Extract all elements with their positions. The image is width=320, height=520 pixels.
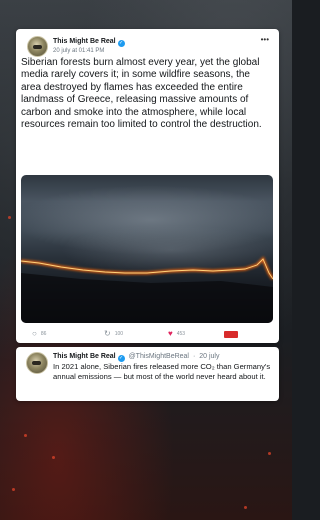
tweet-actions: ○ 86 ↻ 100 ♥ 453 — [16, 329, 279, 339]
verified-badge-icon: ✓ — [117, 355, 125, 362]
wildfire-photo[interactable] — [21, 175, 273, 323]
share-icon — [224, 330, 238, 338]
ember — [24, 434, 27, 437]
like-button[interactable]: ♥ 453 — [168, 329, 185, 339]
ember — [244, 506, 247, 509]
author-line: This Might Be Real ✓ @ThisMightBeReal · 2… — [53, 352, 219, 362]
heart-icon: ♥ — [168, 329, 173, 338]
avatar[interactable] — [26, 352, 48, 374]
reply-count: 86 — [40, 331, 47, 337]
reply-button[interactable]: ○ 86 — [32, 329, 46, 339]
fire-line-graphic — [21, 256, 273, 323]
main-tweet-card: This Might Be Real ✓ 20 july at 01:41 PM … — [16, 29, 279, 343]
more-options-icon[interactable]: ••• — [261, 36, 269, 44]
separator-dot: · — [192, 353, 196, 360]
ember — [268, 452, 271, 455]
author-name[interactable]: This Might Be Real — [53, 38, 116, 45]
comment-icon: ○ — [32, 329, 37, 338]
share-button[interactable] — [224, 329, 238, 339]
avatar[interactable] — [27, 36, 48, 57]
reply-tweet-card: This Might Be Real ✓ @ThisMightBeReal · 2… — [16, 347, 279, 401]
retweet-icon: ↻ — [104, 329, 111, 338]
verified-badge-icon: ✓ — [117, 40, 125, 47]
tweet-timestamp[interactable]: 20 july at 01:41 PM — [53, 47, 104, 55]
reply-text: In 2021 alone, Siberian fires released m… — [53, 362, 271, 381]
ember — [8, 216, 11, 219]
author-line: This Might Be Real ✓ — [53, 37, 125, 47]
retweet-count: 100 — [114, 331, 124, 337]
author-handle[interactable]: @ThisMightBeReal — [129, 353, 189, 360]
retweet-button[interactable]: ↻ 100 — [104, 329, 123, 339]
tweet-header: This Might Be Real ✓ 20 july at 01:41 PM … — [27, 36, 269, 58]
ember — [52, 456, 55, 459]
author-name[interactable]: This Might Be Real — [53, 353, 116, 360]
like-count: 453 — [176, 331, 186, 337]
reply-date[interactable]: 20 july — [199, 353, 219, 360]
ember — [12, 488, 15, 491]
tweet-text: Siberian forests burn almost every year,… — [21, 57, 262, 131]
